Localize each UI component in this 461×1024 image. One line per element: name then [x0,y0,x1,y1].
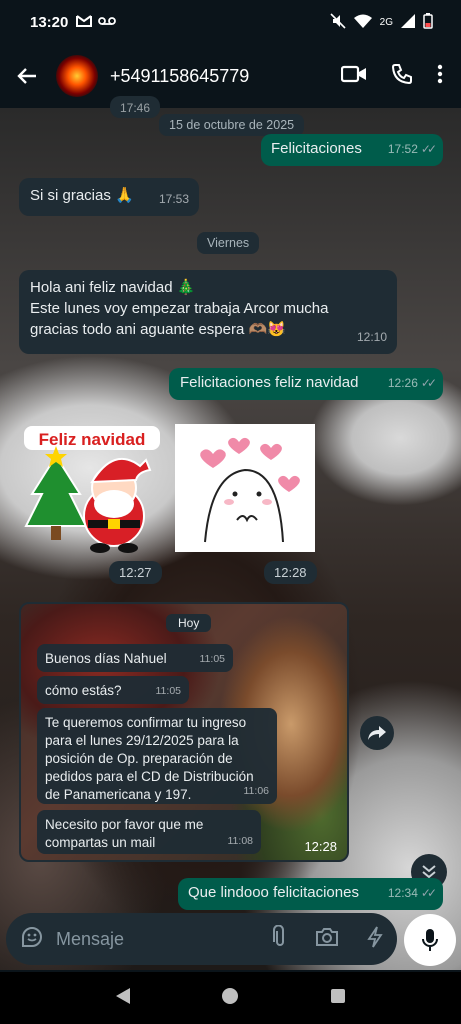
microphone-icon [422,929,438,951]
message-time: 12:34 [387,886,418,900]
image-chat-bubble: Te queremos confirmar tu ingreso para el… [37,708,277,804]
outgoing-message[interactable]: Felicitaciones feliz navidad 12:26 ✓✓ [169,368,443,400]
message-time: 12:28 [304,839,337,854]
camera-button[interactable] [315,927,339,952]
sticker-feliz-navidad[interactable]: Feliz navidad [18,416,166,556]
quick-action-button[interactable] [367,926,383,953]
image-chat-text: Necesito por favor que me [45,817,204,832]
wifi-icon [353,14,372,31]
nav-recents-button[interactable] [330,988,346,1009]
arrow-left-icon [17,68,36,84]
incoming-message[interactable]: Si si gracias 🙏 17:53 [19,178,199,216]
image-chat-bubble: cómo estás? 11:05 [37,676,189,704]
read-ticks-icon: ✓✓ [420,376,437,390]
nav-home-button[interactable] [221,987,239,1010]
message-time: 12:26 [387,376,418,390]
phone-icon [391,63,412,84]
sticker-time: 12:27 [109,561,162,584]
emoji-sticker-button[interactable] [20,925,44,954]
video-call-button[interactable] [340,65,367,88]
image-chat-text: posición de Op. preparación de [45,751,233,766]
image-chat-bubble: Buenos días Nahuel 11:05 [37,644,233,672]
sticker-cute-hearts[interactable] [175,424,315,552]
message-input[interactable] [56,928,226,950]
message-text: Felicitaciones feliz navidad [180,374,359,391]
square-recents-icon [330,988,345,1003]
chevron-double-down-icon [422,865,436,879]
image-chat-time: 11:08 [227,835,254,847]
date-chip: 15 de octubre de 2025 [159,114,305,136]
camera-icon [316,927,338,946]
battery-icon [423,12,433,32]
image-chat-text: pedidos para el CD de Distribución [45,769,254,784]
image-chat-text: de Panamericana y 197. [45,787,192,802]
voice-message-button[interactable] [404,914,456,966]
image-chat-text: cómo estás? [45,683,122,698]
message-time: 12:10 [356,330,387,344]
image-chat-time: 11:05 [199,653,226,665]
back-button[interactable] [10,59,44,93]
message-composer [6,913,397,965]
incoming-message[interactable]: Hola ani feliz navidad 🎄 Este lunes voy … [19,270,397,354]
image-chat-time: 11:06 [243,785,270,797]
voicemail-icon [98,14,117,30]
read-ticks-icon: ✓✓ [420,142,437,156]
image-chat-text: para el lunes 29/12/2025 para la [45,733,239,748]
image-message[interactable]: Hoy Buenos días Nahuel 11:05 cómo estás?… [19,602,349,862]
partial-message[interactable]: 17:46 [110,96,160,118]
voice-call-button[interactable] [391,63,413,90]
network-type: 2G [379,16,393,28]
image-chat-time: 11:05 [155,685,182,697]
triangle-back-icon [116,987,131,1004]
more-vertical-icon [437,64,443,83]
circle-home-icon [222,987,239,1004]
outgoing-message[interactable]: Que lindooo felicitaciones 12:34 ✓✓ [178,878,443,910]
image-chat-text: compartas un mail [45,835,156,850]
forward-button[interactable] [360,716,394,750]
image-date-chip: Hoy [166,614,212,632]
message-line: Este lunes voy empezar trabaja Arcor muc… [30,300,329,317]
message-line: Hola ani feliz navidad 🎄 [30,279,196,296]
image-chat-text: Te queremos confirmar tu ingreso [45,715,247,730]
system-navigation-bar [0,972,461,1024]
forward-icon [368,726,386,740]
message-time: 17:53 [158,192,189,206]
sticker-icon [22,926,42,947]
contact-name[interactable]: +5491158645779 [110,66,249,87]
image-chat-bubble: Necesito por favor que me compartas un m… [37,810,261,854]
message-time: 17:52 [387,142,418,156]
signal-icon [401,13,415,31]
outgoing-message[interactable]: Felicitaciones 17:52 ✓✓ [261,134,443,166]
date-chip: Viernes [197,232,260,254]
chat-header: +5491158645779 [0,44,461,108]
read-ticks-icon: ✓✓ [420,886,437,900]
menu-button[interactable] [437,64,443,89]
image-chat-text: Buenos días Nahuel [45,651,167,666]
message-text: Si si gracias 🙏 [30,187,134,204]
gmail-icon [76,14,93,30]
avatar[interactable] [56,55,98,97]
message-text: Que lindooo felicitaciones [188,884,359,901]
paperclip-icon [273,924,284,946]
sticker-time: 12:28 [264,561,317,584]
lightning-icon [367,926,383,947]
message-text: Felicitaciones [271,140,362,157]
mute-icon [330,12,346,32]
video-camera-icon [340,65,366,82]
message-line: gracias todo ani aguante espera 🫶🏽😻 [30,321,286,338]
message-time: 17:46 [120,101,151,115]
status-bar: 13:20 2G [0,0,461,44]
sticker-caption: Feliz navidad [39,430,146,449]
attach-button[interactable] [273,924,287,954]
nav-back-button[interactable] [115,987,131,1010]
status-time: 13:20 [30,13,69,31]
